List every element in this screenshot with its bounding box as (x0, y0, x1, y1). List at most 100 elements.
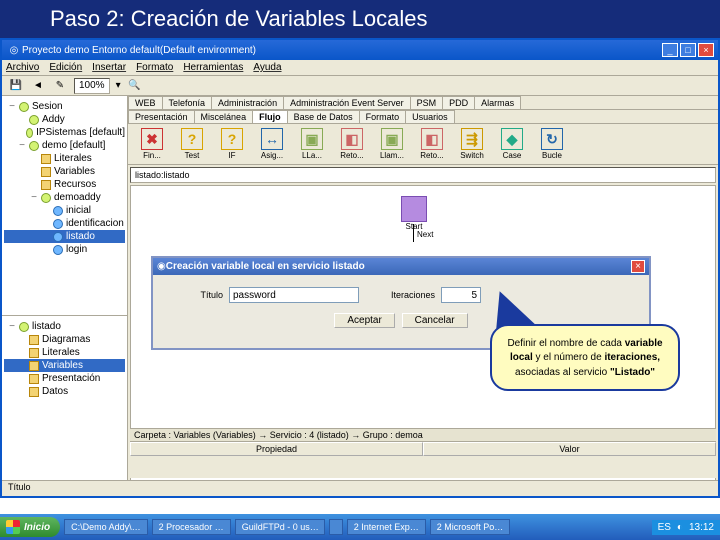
flow-tool-case[interactable]: ◆Case (496, 128, 528, 160)
tree-item[interactable]: identificacion (4, 217, 125, 230)
flow-tool-llam[interactable]: ▣Llam... (376, 128, 408, 160)
tool-label: Case (496, 151, 528, 160)
tree-item[interactable]: Variables (4, 165, 125, 178)
tree-item[interactable]: Literales (4, 346, 125, 359)
start-node[interactable]: Start (401, 196, 427, 231)
tree-item[interactable]: Diagramas (4, 333, 125, 346)
iteraciones-input[interactable] (441, 287, 481, 303)
system-tray[interactable]: ES ◐ 13:12 (652, 520, 720, 535)
taskbar-item[interactable]: GuildFTPd - 0 us… (235, 519, 325, 535)
flow-tool-lla[interactable]: ▣LLa... (296, 128, 328, 160)
maximize-button[interactable]: □ (680, 43, 696, 57)
titulo-input[interactable] (229, 287, 359, 303)
flow-tool-test[interactable]: ?Test (176, 128, 208, 160)
flow-tool-switch[interactable]: ⇶Switch (456, 128, 488, 160)
dialog-icon: ◉ (157, 261, 166, 272)
detail-tree[interactable]: −listado DiagramasLiteralesVariablesPres… (2, 316, 127, 496)
save-icon[interactable]: 💾 (8, 78, 24, 94)
minimize-button[interactable]: _ (662, 43, 678, 57)
tab-telefonía[interactable]: Telefonía (162, 96, 213, 109)
dot-icon (53, 219, 63, 229)
taskbar-item[interactable]: 2 Microsoft Po… (430, 519, 511, 535)
tree-item[interactable]: inicial (4, 204, 125, 217)
tree-item[interactable]: Datos (4, 385, 125, 398)
menu-ayuda[interactable]: Ayuda (253, 60, 281, 75)
menu-formato[interactable]: Formato (136, 60, 173, 75)
app-icon: ◎ (6, 42, 22, 58)
tree-item[interactable]: Literales (4, 152, 125, 165)
cancelar-button[interactable]: Cancelar (402, 313, 468, 328)
close-button[interactable]: × (698, 43, 714, 57)
flow-tool-if[interactable]: ?IF (216, 128, 248, 160)
tab-miscelánea[interactable]: Miscelánea (194, 110, 254, 123)
tree-item[interactable]: Recursos (4, 178, 125, 191)
connector-label: Next (417, 230, 433, 239)
tree-item[interactable]: −demoaddy (4, 191, 125, 204)
tree-label: Literales (42, 347, 80, 358)
tab-flujo[interactable]: Flujo (252, 110, 288, 123)
tray-lang[interactable]: ES (658, 522, 671, 533)
tool-label: IF (216, 151, 248, 160)
tree-root-listado[interactable]: −listado (4, 320, 125, 333)
taskbar-item[interactable]: 2 Internet Exp… (347, 519, 426, 535)
start-node-icon (401, 196, 427, 222)
zoom-combo[interactable]: 100% (74, 78, 110, 94)
tab-psm[interactable]: PSM (410, 96, 444, 109)
taskbar-item[interactable]: 2 Procesador … (152, 519, 231, 535)
menu-archivo[interactable]: Archivo (6, 60, 39, 75)
start-button[interactable]: Inicio (0, 517, 60, 537)
menu-herramientas[interactable]: Herramientas (183, 60, 243, 75)
tab-pdd[interactable]: PDD (442, 96, 475, 109)
app-title: Proyecto demo Entorno default(Default en… (22, 45, 660, 56)
taskbar-item[interactable] (329, 519, 343, 535)
tab-usuarios[interactable]: Usuarios (405, 110, 455, 123)
flow-tool-bucle[interactable]: ↻Bucle (536, 128, 568, 160)
prop-col-valor[interactable]: Valor (423, 442, 716, 456)
tree-item[interactable]: listado (4, 230, 125, 243)
flow-tool-reto[interactable]: ◧Reto... (416, 128, 448, 160)
tab-base de datos[interactable]: Base de Datos (287, 110, 360, 123)
tool-label: Switch (456, 151, 488, 160)
connector-line (413, 224, 414, 242)
tab-presentación[interactable]: Presentación (128, 110, 195, 123)
tool-icon: ↔ (261, 128, 283, 150)
tool-label: LLa... (296, 151, 328, 160)
flow-tool-asig[interactable]: ↔Asig... (256, 128, 288, 160)
tray-icon[interactable]: ◐ (677, 522, 683, 533)
dialog-titlebar[interactable]: ◉ Creación variable local en servicio li… (153, 258, 649, 275)
prop-col-propiedad[interactable]: Propiedad (130, 442, 423, 456)
dialog-close-button[interactable]: × (631, 260, 645, 273)
taskbar-item[interactable]: C:\Demo Addy\… (64, 519, 148, 535)
tab-formato[interactable]: Formato (359, 110, 407, 123)
zoom-dropdown-icon[interactable]: ▾ (116, 80, 121, 91)
tool-icon: ◧ (421, 128, 443, 150)
tree-item[interactable]: −demo [default] (4, 139, 125, 152)
folder-icon (41, 167, 51, 177)
tab-administración event server[interactable]: Administración Event Server (283, 96, 411, 109)
tool-icon[interactable]: ✎ (52, 78, 68, 94)
tree-item[interactable]: IPSistemas [default] (4, 126, 125, 139)
tree-item[interactable]: Variables (4, 359, 125, 372)
menu-insertar[interactable]: Insertar (92, 60, 126, 75)
zoom-fit-icon[interactable]: 🔍 (127, 78, 143, 94)
tab-web[interactable]: WEB (128, 96, 163, 109)
tab-administración[interactable]: Administración (211, 96, 284, 109)
folder-icon (29, 335, 39, 345)
aceptar-button[interactable]: Aceptar (334, 313, 394, 328)
tab-alarmas[interactable]: Alarmas (474, 96, 521, 109)
canvas-breadcrumb: listado:listado (130, 167, 716, 183)
tree-item[interactable]: login (4, 243, 125, 256)
folder-icon (41, 154, 51, 164)
menu-edicion[interactable]: Edición (49, 60, 82, 75)
flow-tool-fin[interactable]: ✖Fin... (136, 128, 168, 160)
project-tree[interactable]: −Sesion AddyIPSistemas [default]−demo [d… (2, 96, 127, 316)
tool-label: Reto... (416, 151, 448, 160)
tree-label: Presentación (42, 373, 100, 384)
tool-icon: ⇶ (461, 128, 483, 150)
tree-item[interactable]: Presentación (4, 372, 125, 385)
tree-item[interactable]: Addy (4, 113, 125, 126)
tree-root-sesion[interactable]: −Sesion (4, 100, 125, 113)
back-icon[interactable]: ◄ (30, 78, 46, 94)
tree-label: Recursos (54, 179, 96, 190)
flow-tool-reto[interactable]: ◧Reto... (336, 128, 368, 160)
